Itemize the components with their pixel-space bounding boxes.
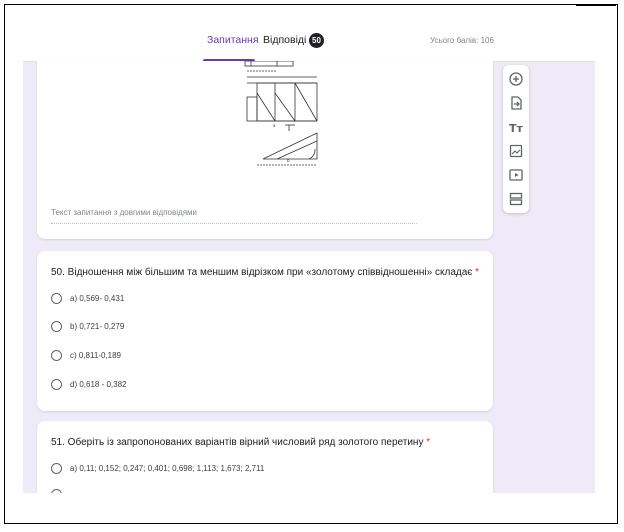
forms-editor: Запитання Відповіді 50 Усього балів: 106 bbox=[23, 21, 595, 493]
radio-button[interactable] bbox=[51, 292, 62, 304]
header: Запитання Відповіді 50 Усього балів: 106 bbox=[23, 21, 595, 62]
answers-count-badge: 50 bbox=[309, 33, 324, 48]
question-title: 51. Оберіть із запропонованих варіантів … bbox=[51, 437, 430, 448]
top-border-fragment bbox=[576, 5, 616, 6]
option-label: a) 0,569- 0,431 bbox=[70, 293, 125, 303]
svg-text:a: a bbox=[273, 123, 276, 128]
option-c[interactable]: c) 0,811-0,189 bbox=[51, 348, 121, 362]
option-label: a) 0,11; 0,152; 0,247; 0,401; 0,698; 1,1… bbox=[70, 463, 265, 473]
question-title: 50. Відношення між більшим та меншим від… bbox=[51, 267, 479, 278]
screenshot-frame: Запитання Відповіді 50 Усього балів: 106 bbox=[4, 4, 618, 524]
option-d[interactable]: d) 0,618 - 0,382 bbox=[51, 377, 126, 391]
long-answer-placeholder: Текст запитання з довгими відповідями bbox=[51, 208, 198, 217]
add-section-icon[interactable] bbox=[508, 191, 524, 207]
question-card-50[interactable]: 50. Відношення між більшим та меншим від… bbox=[37, 251, 493, 411]
add-title-icon[interactable]: Tт bbox=[508, 119, 524, 135]
add-video-icon[interactable] bbox=[508, 167, 524, 183]
option-label: c) 0,811-0,189 bbox=[70, 350, 121, 360]
option-b[interactable]: b) 0,721- 0,279 bbox=[51, 319, 124, 333]
tab-questions[interactable]: Запитання bbox=[207, 34, 259, 46]
required-mark: * bbox=[475, 267, 480, 278]
radio-button[interactable] bbox=[51, 378, 62, 390]
question-image: a b bbox=[244, 61, 318, 166]
radio-button[interactable] bbox=[51, 320, 62, 332]
option-label: d) 0,618 - 0,382 bbox=[70, 379, 127, 389]
radio-button[interactable] bbox=[51, 462, 62, 474]
question-card-prev[interactable]: a b Текст запитання з довгими відповідям… bbox=[37, 61, 493, 239]
option-b[interactable] bbox=[51, 487, 70, 493]
add-image-icon[interactable] bbox=[508, 143, 524, 159]
total-points: Усього балів: 106 bbox=[430, 36, 494, 45]
import-questions-icon[interactable] bbox=[508, 95, 524, 111]
option-label: b) 0,721- 0,279 bbox=[70, 321, 125, 331]
required-mark: * bbox=[426, 437, 431, 448]
radio-button[interactable] bbox=[51, 349, 62, 361]
radio-button[interactable] bbox=[51, 488, 62, 493]
floating-toolbar: Tт bbox=[503, 65, 529, 213]
answer-underline bbox=[51, 223, 417, 224]
question-card-51[interactable]: 51. Оберіть із запропонованих варіантів … bbox=[37, 421, 493, 493]
question-title-text: 50. Відношення між більшим та меншим від… bbox=[51, 267, 473, 278]
question-title-text: 51. Оберіть із запропонованих варіантів … bbox=[51, 437, 424, 448]
tab-answers[interactable]: Відповіді bbox=[263, 34, 306, 46]
option-a[interactable]: a) 0,11; 0,152; 0,247; 0,401; 0,698; 1,1… bbox=[51, 461, 264, 475]
option-a[interactable]: a) 0,569- 0,431 bbox=[51, 291, 124, 305]
svg-text:Tт: Tт bbox=[509, 122, 524, 135]
add-question-icon[interactable] bbox=[508, 71, 524, 87]
